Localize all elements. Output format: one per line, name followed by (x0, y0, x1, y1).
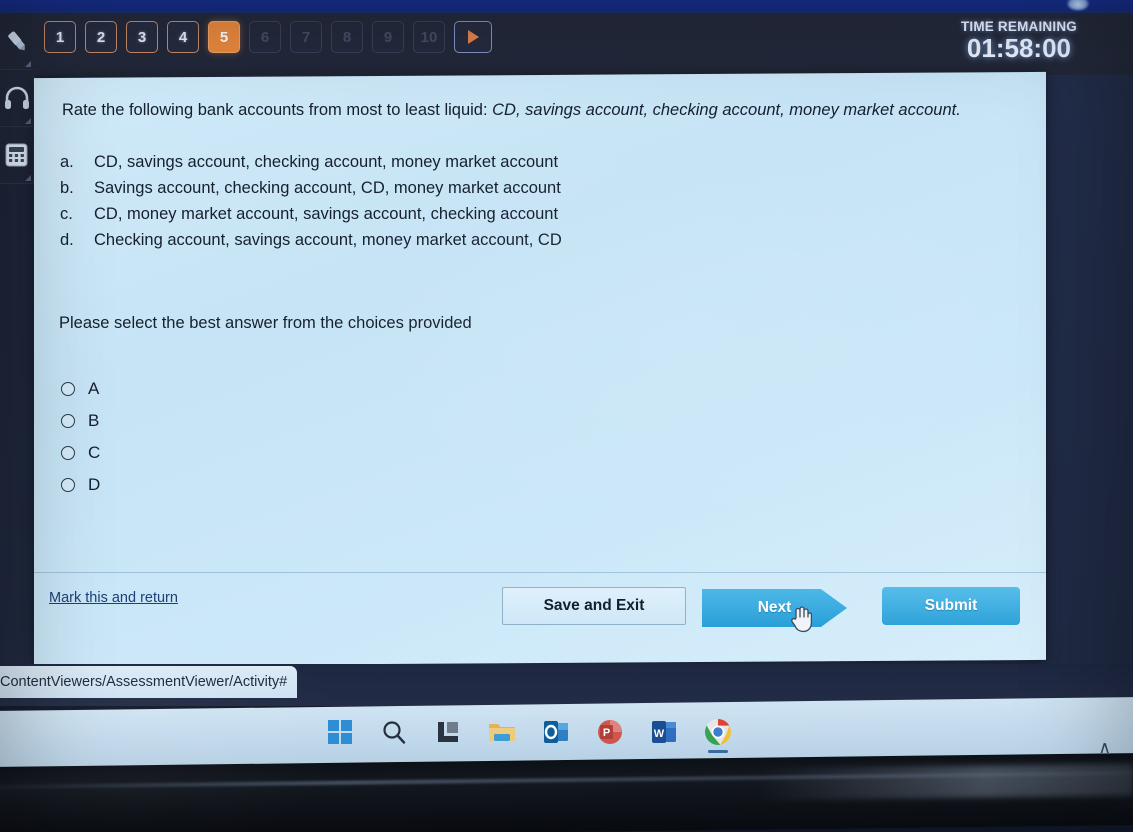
tool-corner-marker (25, 61, 31, 67)
radio-circle-icon[interactable] (61, 446, 75, 460)
question-choice-list: a. CD, savings account, checking account… (60, 149, 990, 253)
bezel-sheen (760, 763, 1133, 801)
tool-calculator[interactable] (0, 127, 33, 184)
choice-c-text: CD, money market account, savings accoun… (94, 205, 559, 223)
assessment-card: Rate the following bank accounts from mo… (34, 71, 1046, 667)
radio-option-d-label: D (88, 475, 101, 494)
choice-d-letter: d. (60, 231, 74, 249)
choice-b: b. Savings account, checking account, CD… (60, 175, 990, 201)
task-view-icon[interactable] (432, 716, 464, 748)
tool-audio[interactable] (0, 70, 33, 127)
chrome-active-indicator (708, 750, 728, 753)
question-button-9: 9 (372, 21, 404, 53)
radio-option-a-label: A (88, 379, 100, 398)
radio-circle-icon[interactable] (61, 414, 75, 428)
screen-photo-scene: 1 2 3 4 5 6 7 8 9 10 TIME REMAINING 01:5… (0, 0, 1133, 832)
calculator-icon (5, 143, 28, 167)
question-button-6: 6 (249, 21, 281, 53)
powerpoint-icon[interactable]: P (594, 716, 626, 748)
choice-b-text: Savings account, checking account, CD, m… (94, 179, 561, 197)
choice-d: d. Checking account, savings account, mo… (60, 227, 990, 253)
headphones-icon (4, 86, 29, 109)
question-stem-plain: Rate the following bank accounts from mo… (62, 101, 493, 119)
choice-a: a. CD, savings account, checking account… (60, 149, 990, 175)
question-button-10: 10 (413, 21, 445, 53)
question-button-2[interactable]: 2 (85, 21, 117, 53)
chrome-icon[interactable] (702, 716, 734, 753)
choice-c: c. CD, money market account, savings acc… (60, 201, 990, 227)
question-button-7: 7 (290, 21, 322, 53)
choice-b-letter: b. (60, 179, 74, 197)
time-remaining-panel: TIME REMAINING 01:58:00 (961, 19, 1077, 62)
svg-text:W: W (654, 728, 665, 740)
mark-this-and-return-link[interactable]: Mark this and return (49, 590, 178, 606)
windows-start-icon[interactable] (324, 716, 356, 748)
radio-option-c-label: C (88, 443, 101, 462)
question-button-4[interactable]: 4 (167, 21, 199, 53)
search-icon[interactable] (378, 716, 410, 748)
radio-option-a[interactable]: A (61, 373, 100, 405)
answer-prompt: Please select the best answer from the c… (59, 314, 472, 332)
svg-text:P: P (603, 727, 610, 739)
os-top-strip (0, 0, 1133, 14)
screen-glare-speck (1067, 0, 1089, 10)
question-button-1[interactable]: 1 (44, 21, 76, 53)
question-button-3[interactable]: 3 (126, 21, 158, 53)
question-number-list: 1 2 3 4 5 6 7 8 9 10 (44, 21, 492, 53)
radio-option-c[interactable]: C (61, 437, 100, 469)
tool-highlighter[interactable] (0, 13, 33, 70)
question-button-5[interactable]: 5 (208, 21, 240, 53)
time-remaining-value: 01:58:00 (966, 33, 1071, 63)
choice-d-text: Checking account, savings account, money… (94, 231, 562, 249)
taskbar-icon-group: P W (324, 716, 734, 753)
submit-button[interactable]: Submit (882, 587, 1020, 625)
radio-option-b[interactable]: B (61, 405, 100, 437)
tool-rail (0, 13, 34, 185)
radio-circle-icon[interactable] (61, 382, 75, 396)
outlook-icon[interactable] (540, 716, 572, 748)
radio-circle-icon[interactable] (61, 478, 75, 492)
play-triangle-icon (467, 30, 479, 44)
highlighter-icon (7, 31, 25, 51)
time-remaining-label: TIME REMAINING (960, 19, 1077, 34)
assessment-nav-bar: 1 2 3 4 5 6 7 8 9 10 TIME REMAINING 01:5… (33, 13, 1133, 75)
tool-corner-marker (25, 175, 31, 181)
choice-a-letter: a. (60, 153, 74, 171)
word-icon[interactable]: W (648, 716, 680, 748)
file-explorer-icon[interactable] (486, 716, 518, 748)
question-stem-italic: CD, savings account, checking account, m… (492, 101, 961, 119)
choice-c-letter: c. (60, 205, 73, 223)
question-button-8: 8 (331, 21, 363, 53)
radio-option-d[interactable]: D (61, 469, 100, 501)
footer-divider (34, 572, 1046, 573)
tool-corner-marker (25, 118, 31, 124)
browser-url-tab[interactable]: ContentViewers/AssessmentViewer/Activity… (0, 666, 297, 698)
save-and-exit-button[interactable]: Save and Exit (502, 587, 686, 625)
choice-a-text: CD, savings account, checking account, m… (94, 153, 559, 171)
nav-next-question-button[interactable] (454, 21, 492, 53)
radio-option-b-label: B (88, 411, 100, 430)
next-button[interactable]: Next (702, 589, 847, 627)
question-stem: Rate the following bank accounts from mo… (62, 97, 1017, 124)
answer-radio-group: A B C D (61, 373, 100, 501)
